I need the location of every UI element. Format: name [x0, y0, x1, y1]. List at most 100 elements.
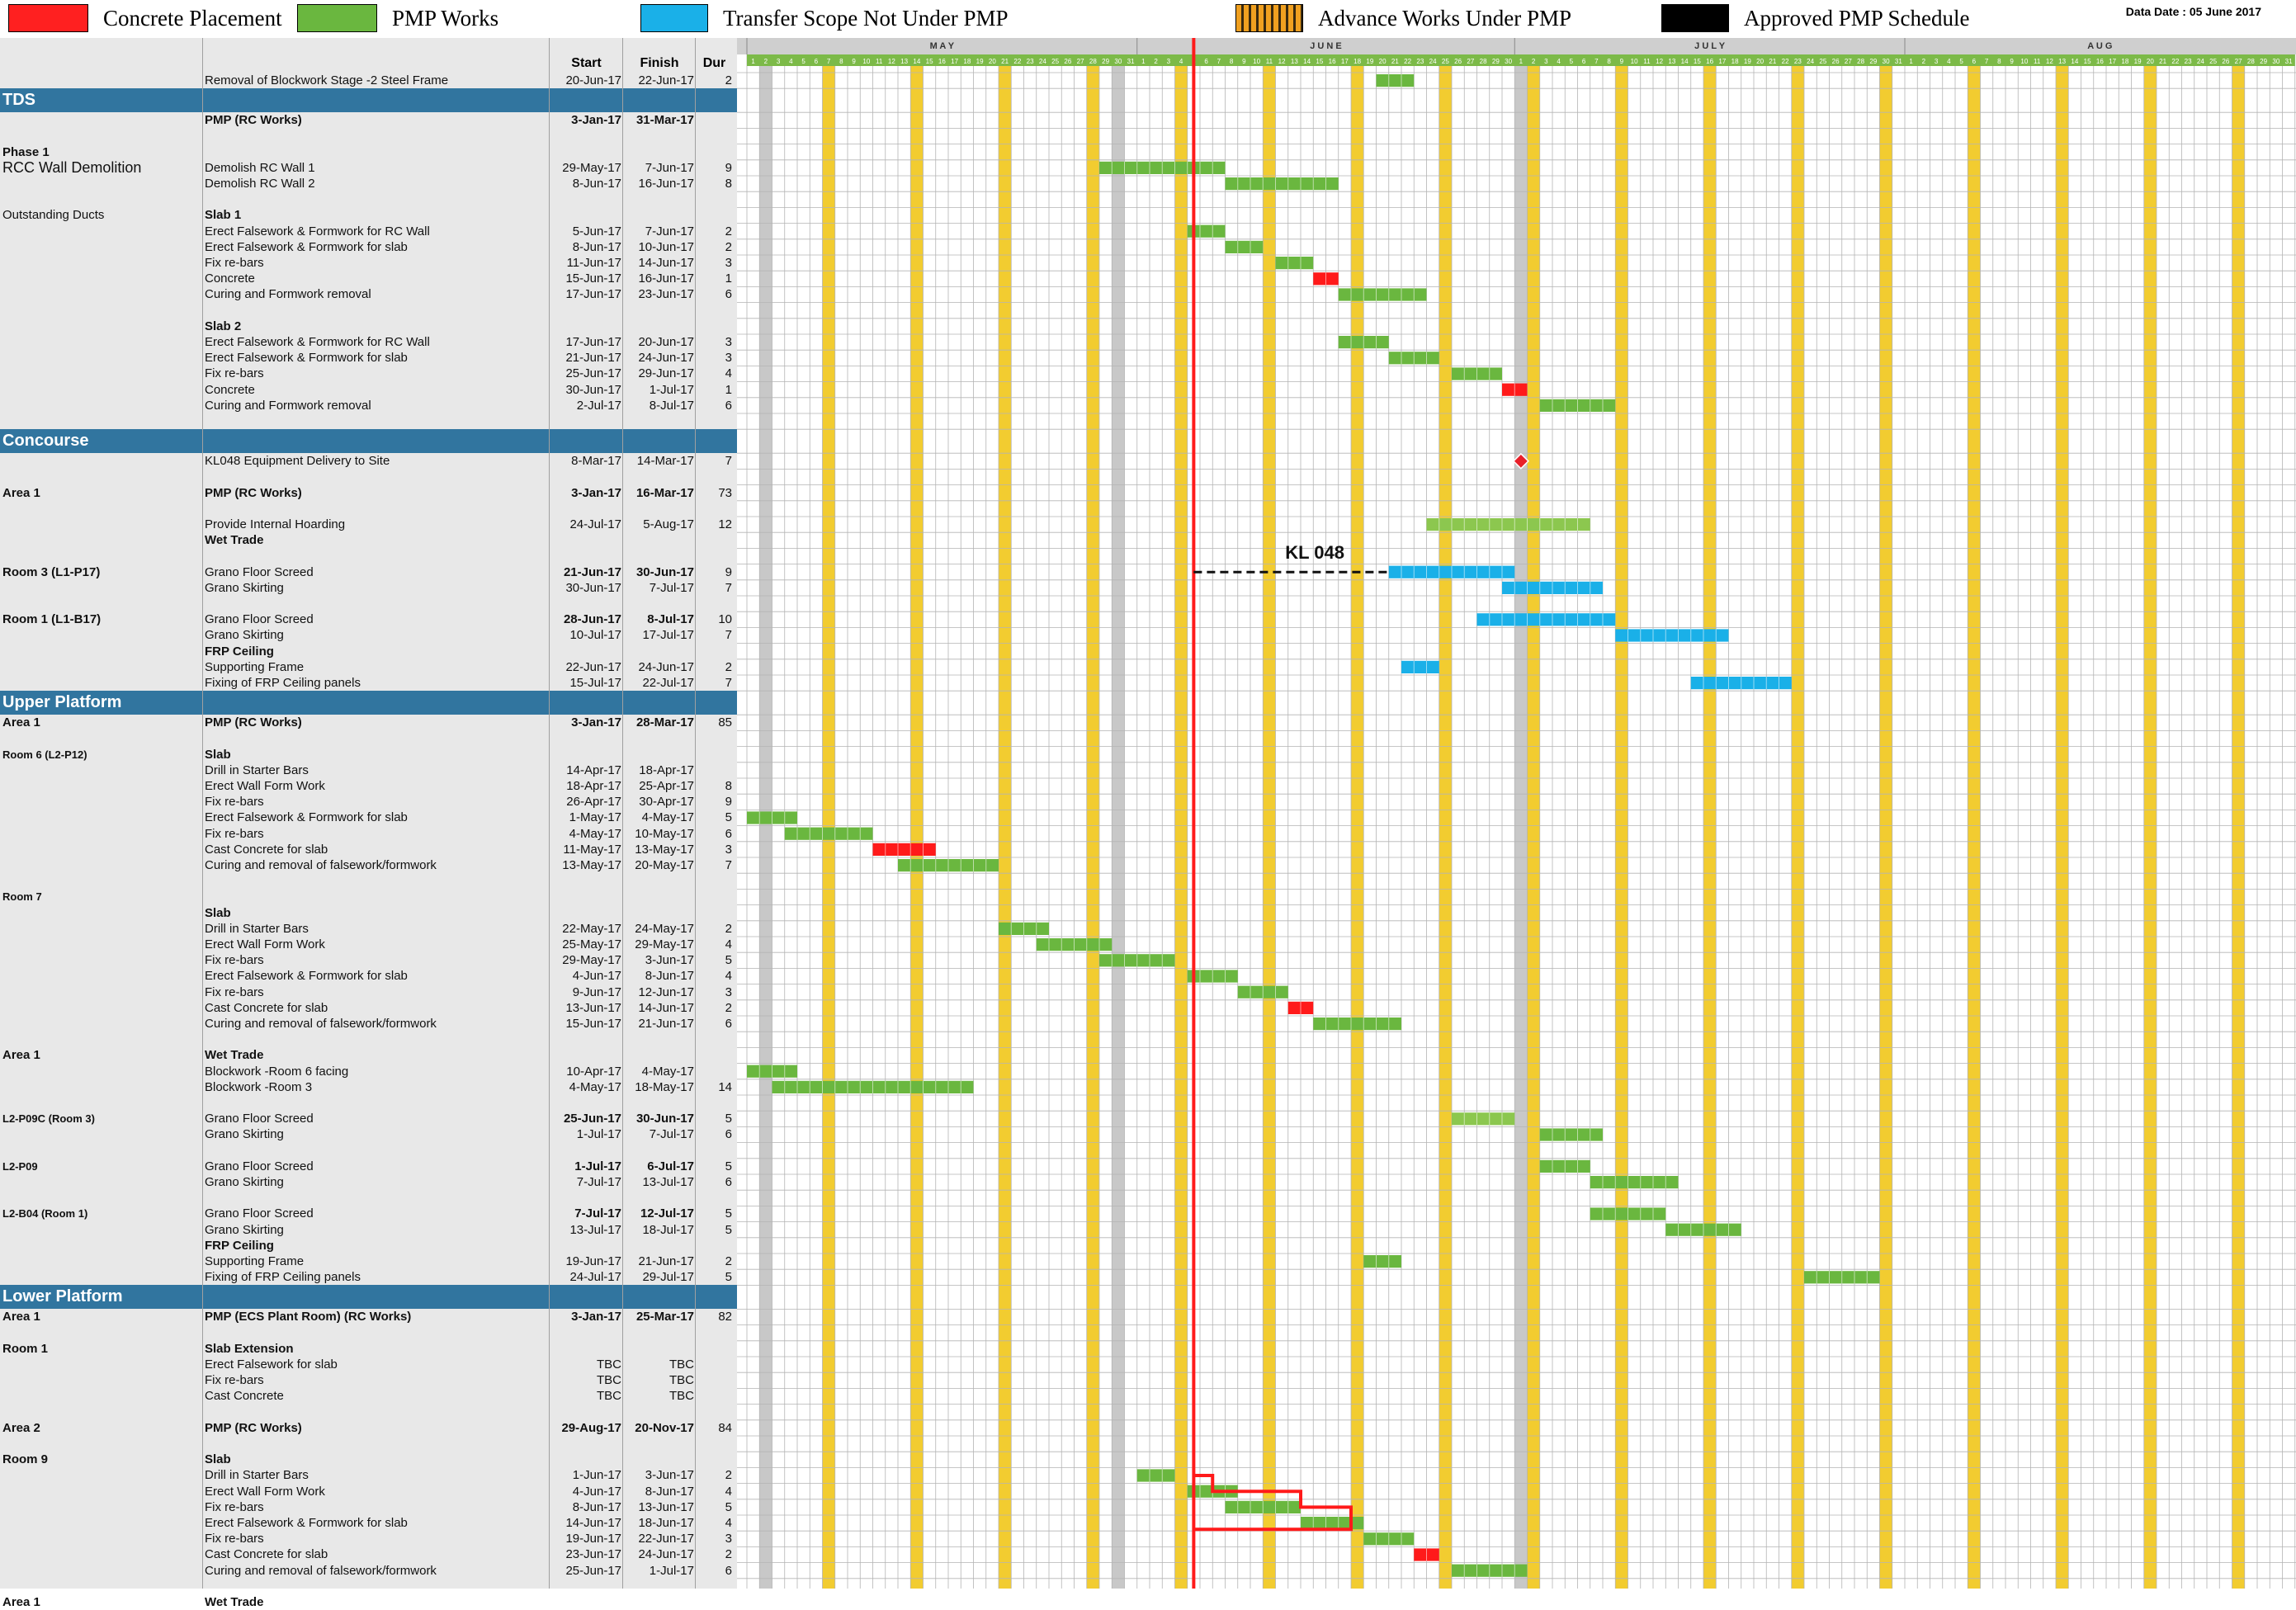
month-label: M A Y: [930, 41, 955, 51]
day-number: 17: [951, 58, 958, 65]
finish-date: [625, 730, 694, 746]
day-number: 30: [1114, 58, 1122, 65]
duration: [697, 128, 732, 144]
task-name: [205, 730, 547, 746]
finish-date: 24-Jun-17: [638, 1547, 694, 1562]
day-number: 8: [1607, 58, 1611, 65]
finish-date: [625, 413, 694, 429]
day-number: 8: [1997, 58, 2001, 65]
start-date: [551, 1325, 621, 1341]
finish-date: [625, 889, 694, 904]
task-name: [205, 1579, 547, 1594]
finish-date: 7-Jul-17: [649, 1127, 694, 1142]
start-date: 3-Jan-17: [571, 715, 621, 730]
duration: [697, 1032, 732, 1047]
day-number: 17: [2109, 58, 2116, 65]
area-label: [2, 810, 201, 825]
col-divider: [549, 38, 550, 1589]
task-name: Erect Falsework & Formwork for slab: [205, 810, 408, 825]
start-date: 7-Jul-17: [576, 1175, 621, 1189]
start-date: 25-Jun-17: [563, 1112, 621, 1126]
task-name: Fix re-bars: [205, 1499, 264, 1514]
duration: [697, 730, 732, 746]
finish-date: 18-May-17: [635, 1079, 694, 1094]
table-row: Room 1 Slab Extension: [0, 1341, 737, 1357]
day-number: 3: [777, 58, 781, 65]
duration: 3: [725, 351, 732, 366]
task-name: [205, 413, 547, 429]
day-number: 17: [1718, 58, 1726, 65]
table-row: [0, 1032, 737, 1047]
task-name: [205, 469, 547, 484]
start-date: 24-Jul-17: [569, 1270, 621, 1285]
task-name: Fixing of FRP Ceiling panels: [205, 1270, 361, 1285]
task-name: Grano Floor Screed: [205, 1206, 314, 1221]
task-name: Fix re-bars: [205, 1532, 264, 1546]
day-number: 1: [1141, 58, 1146, 65]
task-name: [205, 1143, 547, 1159]
day-number: 5: [1959, 58, 1963, 65]
section-band: Upper Platform: [0, 691, 737, 715]
legend-swatch: [297, 4, 377, 32]
task-name: Concrete: [205, 382, 255, 397]
task-name: [205, 1190, 547, 1206]
day-number: 28: [2247, 58, 2255, 65]
area-label: [2, 984, 201, 1000]
table-row: [0, 1405, 737, 1420]
duration: 5: [725, 1222, 732, 1237]
area-label: [2, 1388, 201, 1404]
finish-date: [625, 1143, 694, 1159]
duration: [697, 1238, 732, 1254]
table-row: Fix re-bars 11-Jun-17 14-Jun-17 3: [0, 255, 737, 271]
start-date: 18-Apr-17: [566, 779, 621, 793]
finish-date: 14-Jun-17: [638, 1000, 694, 1015]
gantt-bar: [1136, 1469, 1175, 1482]
duration: 4: [725, 937, 732, 951]
duration: 3: [725, 335, 732, 349]
area-label: [2, 1499, 201, 1515]
finish-date: [625, 207, 694, 223]
table-row: Area 2 PMP (RC Works) 29-Aug-17 20-Nov-17 84: [0, 1420, 737, 1436]
day-number: 10: [1631, 58, 1638, 65]
duration: [697, 1064, 732, 1079]
table-row: Room 9 Slab: [0, 1452, 737, 1467]
table-row: [0, 873, 737, 889]
area-label: [2, 73, 201, 88]
finish-date: 13-Jun-17: [638, 1499, 694, 1514]
duration: [697, 1341, 732, 1357]
area-label: [2, 596, 201, 611]
duration: [697, 1436, 732, 1452]
task-name: Erect Wall Form Work: [205, 937, 325, 951]
duration: 2: [725, 1547, 732, 1562]
day-number: 22: [1013, 58, 1021, 65]
gantt-bar: [1426, 518, 1590, 531]
start-date: 29-Aug-17: [561, 1420, 621, 1435]
duration: 6: [725, 1017, 732, 1031]
task-name: Erect Falsework & Formwork for RC Wall: [205, 335, 430, 349]
section-band: Lower Platform: [0, 1285, 737, 1310]
start-date: 4-Jun-17: [572, 1484, 621, 1499]
area-label: [2, 1254, 201, 1269]
day-number: 3: [1935, 58, 1939, 65]
duration: 2: [725, 1254, 732, 1268]
finish-date: [625, 1579, 694, 1594]
table-row: Room 1 (L1-B17) Grano Floor Screed 28-Jun-…: [0, 611, 737, 627]
task-name: Demolish RC Wall 1: [205, 160, 315, 175]
table-row: Cast Concrete for slab 13-Jun-17 14-Jun-17…: [0, 1000, 737, 1016]
finish-date: 4-May-17: [641, 1064, 694, 1079]
task-name: [205, 1032, 547, 1047]
start-date: [551, 548, 621, 564]
start-date: TBC: [597, 1373, 621, 1388]
table-row: Fix re-bars 25-Jun-17 29-Jun-17 4: [0, 366, 737, 381]
area-label: [2, 176, 201, 191]
task-name: Grano Skirting: [205, 580, 284, 595]
duration: 5: [725, 1159, 732, 1173]
finish-date: [625, 191, 694, 207]
gantt-chart: M A YJ U N EJ U L YA U G 1 2 3 4 5 6 7 8 9 10 11 12 1…: [737, 38, 2296, 1589]
finish-date: 22-Jul-17: [642, 676, 694, 690]
legend-swatch: [640, 4, 708, 32]
day-number: 21: [1391, 58, 1399, 65]
start-date: 28-Jun-17: [563, 612, 621, 627]
area-label: [2, 319, 201, 334]
day-number: 24: [2197, 58, 2204, 65]
